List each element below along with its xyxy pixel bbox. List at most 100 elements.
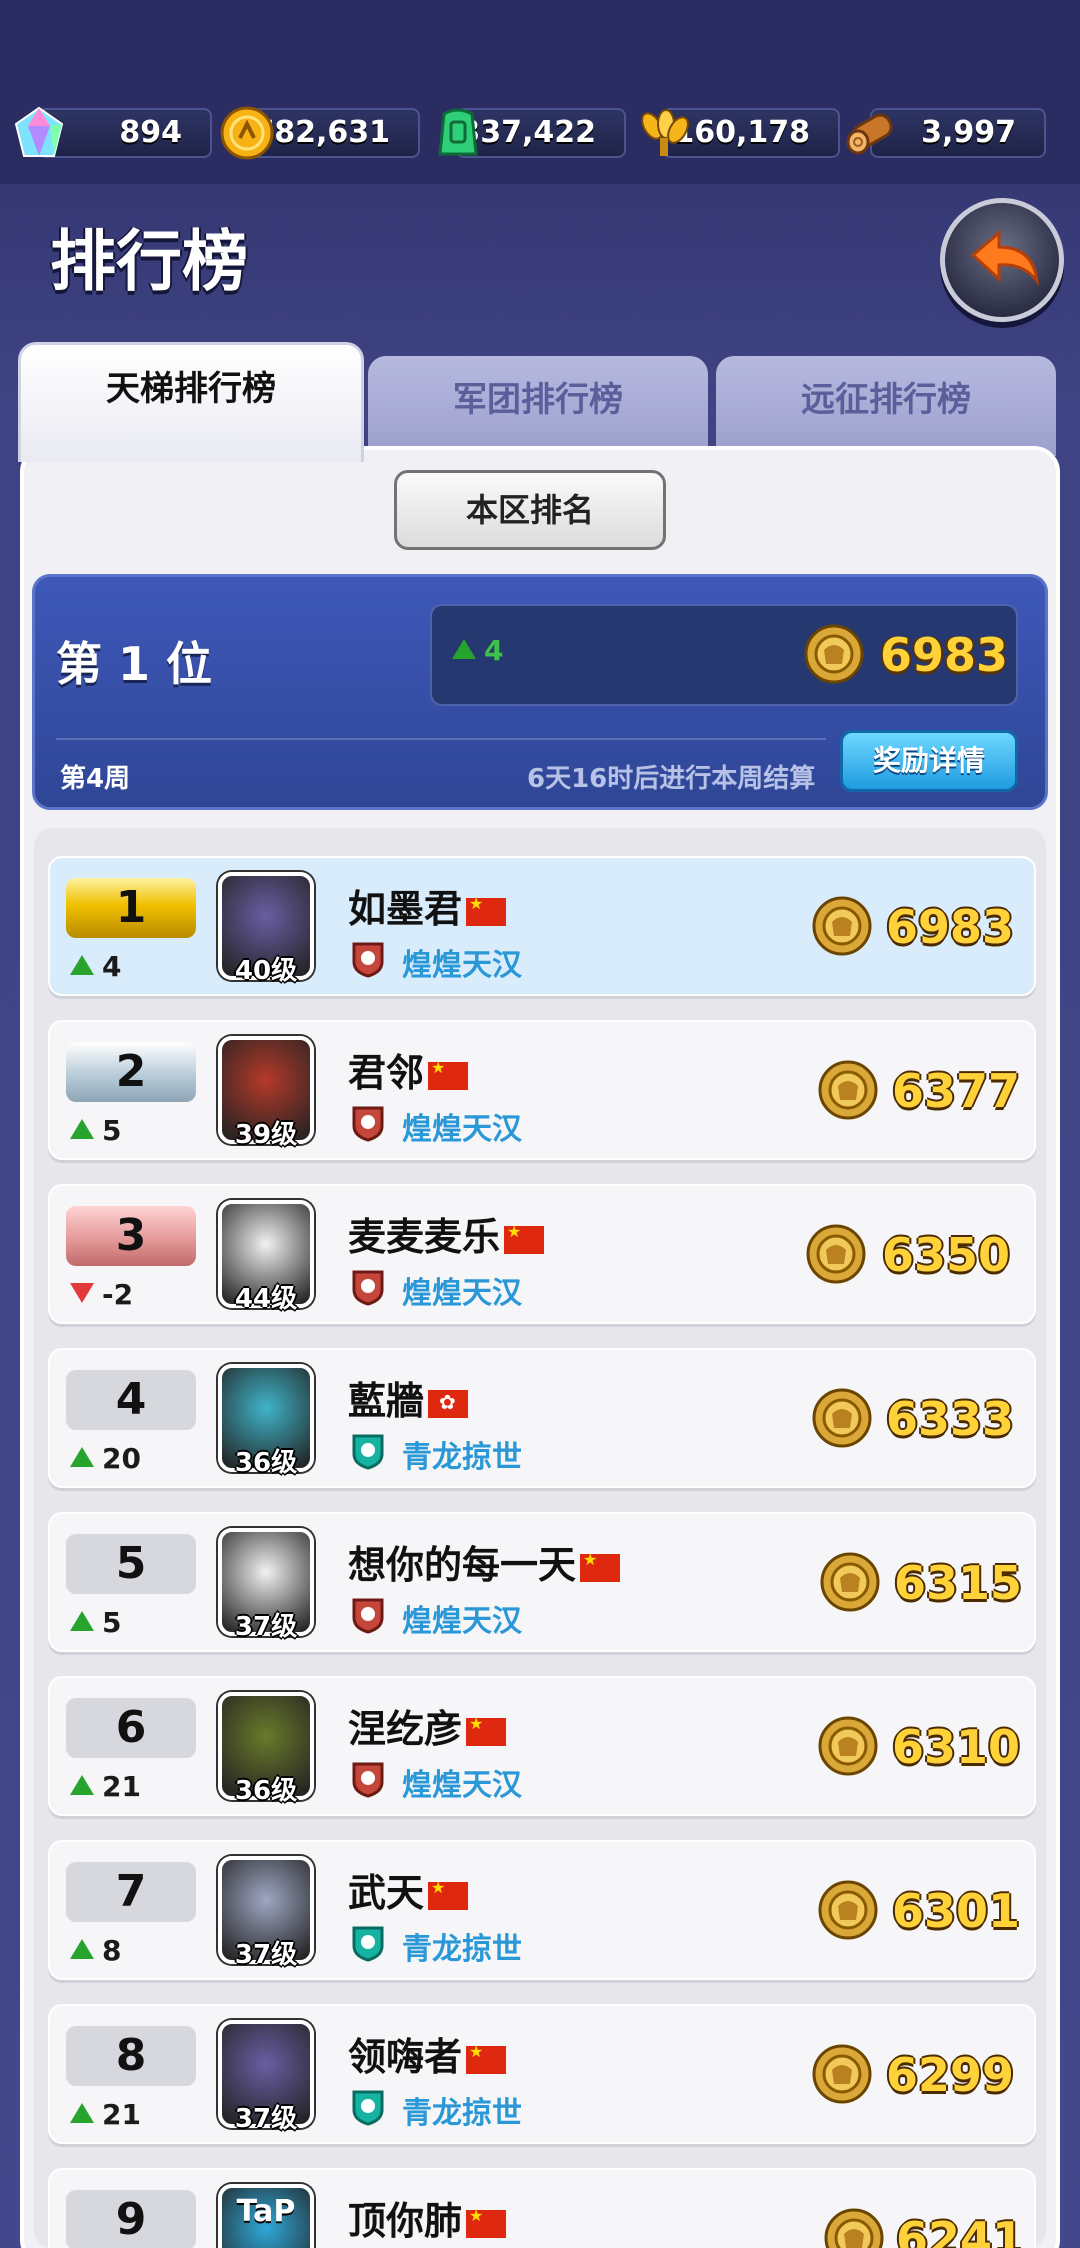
resource-jade[interactable]: 337,422	[428, 104, 626, 160]
avatar-label: TaP	[236, 2194, 296, 2229]
player-name[interactable]: 藍牆	[348, 1370, 469, 1425]
rank-change-value: 5	[102, 1114, 122, 1147]
china-flag-icon	[466, 2206, 507, 2238]
avatar[interactable]: TaP	[218, 2184, 314, 2248]
wheat-icon	[641, 109, 689, 156]
down-arrow-icon	[70, 1283, 94, 1303]
china-flag-icon	[504, 1222, 545, 1254]
china-flag-icon	[580, 1550, 621, 1582]
gem-icon	[14, 106, 64, 157]
tab-legion-ranking[interactable]: 军团排行榜	[368, 356, 708, 456]
trophy-coin-icon	[818, 1060, 878, 1120]
legion-name[interactable]: 煌煌天汉	[402, 940, 522, 984]
back-button[interactable]	[940, 198, 1064, 322]
red-legion-icon	[352, 1106, 384, 1142]
rank-change: 21	[70, 1770, 141, 1803]
rank-change: 8	[70, 1934, 121, 1967]
jade-tablet-icon	[438, 108, 478, 156]
resource-gem[interactable]: 894	[10, 104, 212, 160]
trophy-coin-icon	[812, 2044, 872, 2104]
region-ranking-button[interactable]: 本区排名	[394, 470, 666, 550]
hong-kong-flag-icon	[428, 1389, 469, 1418]
rank-badge: 4	[66, 1370, 196, 1430]
player-level: 36级	[234, 1448, 298, 1478]
player-name[interactable]: 涅纥彦	[348, 1698, 507, 1753]
player-name-text: 涅纥彦	[348, 1707, 463, 1751]
back-arrow-icon	[970, 229, 1040, 287]
china-flag-icon	[466, 2042, 507, 2074]
player-score: 6241	[896, 2212, 1025, 2248]
tab-expedition-ranking[interactable]: 远征排行榜	[716, 356, 1056, 456]
china-flag-icon	[466, 894, 507, 926]
rank-change: 5	[70, 1114, 121, 1147]
player-name[interactable]: 想你的每一天	[348, 1534, 621, 1589]
my-rank-position: 第 1 位	[56, 637, 213, 691]
rank-change: 20	[70, 1442, 141, 1475]
player-name[interactable]: 领嗨者	[348, 2026, 507, 2081]
rank-change: 4	[70, 950, 121, 983]
player-name[interactable]: 顶你肺	[348, 2190, 507, 2245]
player-name-text: 藍牆	[348, 1379, 425, 1423]
table-row[interactable]: 4 20 36级 藍牆青龙掠世 6333	[48, 1348, 1036, 1488]
up-arrow-icon	[70, 1119, 94, 1139]
wood-log-icon	[846, 113, 893, 155]
rank-badge: 9	[66, 2190, 196, 2248]
trophy-coin-icon	[824, 2208, 884, 2248]
player-name[interactable]: 武天	[348, 1862, 469, 1917]
up-arrow-icon	[70, 955, 94, 975]
table-row[interactable]: 8 21 37级 领嗨者青龙掠世 6299	[48, 2004, 1036, 2144]
china-flag-icon	[428, 1058, 469, 1090]
player-score: 6333	[886, 1392, 1015, 1446]
rank-change-value: 5	[102, 1606, 122, 1639]
player-score: 6310	[892, 1720, 1021, 1774]
player-name[interactable]: 麦麦麦乐	[348, 1206, 545, 1261]
table-row[interactable]: 7 8 37级 武天青龙掠世 6301	[48, 1840, 1036, 1980]
table-row[interactable]: 1 4 40级 如墨君煌煌天汉 6983	[48, 856, 1036, 996]
page-title: 排行榜	[50, 223, 248, 300]
divider	[56, 738, 826, 740]
trophy-coin-icon	[818, 1716, 878, 1776]
rank-change-value: -2	[102, 1278, 134, 1311]
reward-details-button[interactable]: 奖励详情	[840, 730, 1018, 792]
table-row[interactable]: 5 5 37级 想你的每一天煌煌天汉 6315	[48, 1512, 1036, 1652]
resource-grain[interactable]: 160,178	[634, 104, 840, 160]
legion-name[interactable]: 煌煌天汉	[402, 1104, 522, 1148]
rank-change-value: 21	[102, 2098, 141, 2131]
table-row[interactable]: 6 21 36级 涅纥彦煌煌天汉 6310	[48, 1676, 1036, 1816]
resource-gold[interactable]: 782,631	[218, 104, 420, 160]
up-arrow-icon	[70, 1447, 94, 1467]
player-level: 40级	[234, 956, 298, 986]
player-name-text: 想你的每一天	[348, 1543, 577, 1587]
gold-coin-icon	[220, 106, 274, 160]
tab-ladder-ranking[interactable]: 天梯排行榜	[18, 342, 364, 462]
rank-change-value: 21	[102, 1770, 141, 1803]
player-name-text: 领嗨者	[348, 2035, 463, 2079]
player-score: 6350	[882, 1228, 1011, 1282]
player-level: 36级	[234, 1776, 298, 1806]
legion-name[interactable]: 青龙掠世	[402, 1924, 522, 1968]
legion-name[interactable]: 青龙掠世	[402, 2088, 522, 2132]
table-row[interactable]: 3 -2 44级 麦麦麦乐煌煌天汉 6350	[48, 1184, 1036, 1324]
table-row[interactable]: 2 5 39级 君邻煌煌天汉 6377	[48, 1020, 1036, 1160]
player-name-text: 麦麦麦乐	[348, 1215, 501, 1259]
resource-wood[interactable]: 3,997	[842, 104, 1046, 160]
legion-name[interactable]: 煌煌天汉	[402, 1268, 522, 1312]
rank-badge: 6	[66, 1698, 196, 1758]
legion-name[interactable]: 煌煌天汉	[402, 1596, 522, 1640]
my-rank-change-value: 4	[484, 634, 504, 667]
legion-name[interactable]: 青龙掠世	[402, 1432, 522, 1476]
rank-change: 5	[70, 1606, 121, 1639]
red-legion-icon	[352, 1762, 384, 1798]
table-row[interactable]: 9 TaP 顶你肺 6241	[48, 2168, 1036, 2248]
player-name-text: 君邻	[348, 1051, 425, 1095]
player-name[interactable]: 如墨君	[348, 878, 507, 933]
rank-badge: 3	[66, 1206, 196, 1266]
legion-name[interactable]: 煌煌天汉	[402, 1760, 522, 1804]
up-arrow-icon	[70, 2103, 94, 2123]
player-level: 37级	[234, 2104, 298, 2134]
red-legion-icon	[352, 1598, 384, 1634]
player-name[interactable]: 君邻	[348, 1042, 469, 1097]
rank-change-value: 20	[102, 1442, 141, 1475]
red-legion-icon	[352, 942, 384, 978]
rank-badge: 8	[66, 2026, 196, 2086]
